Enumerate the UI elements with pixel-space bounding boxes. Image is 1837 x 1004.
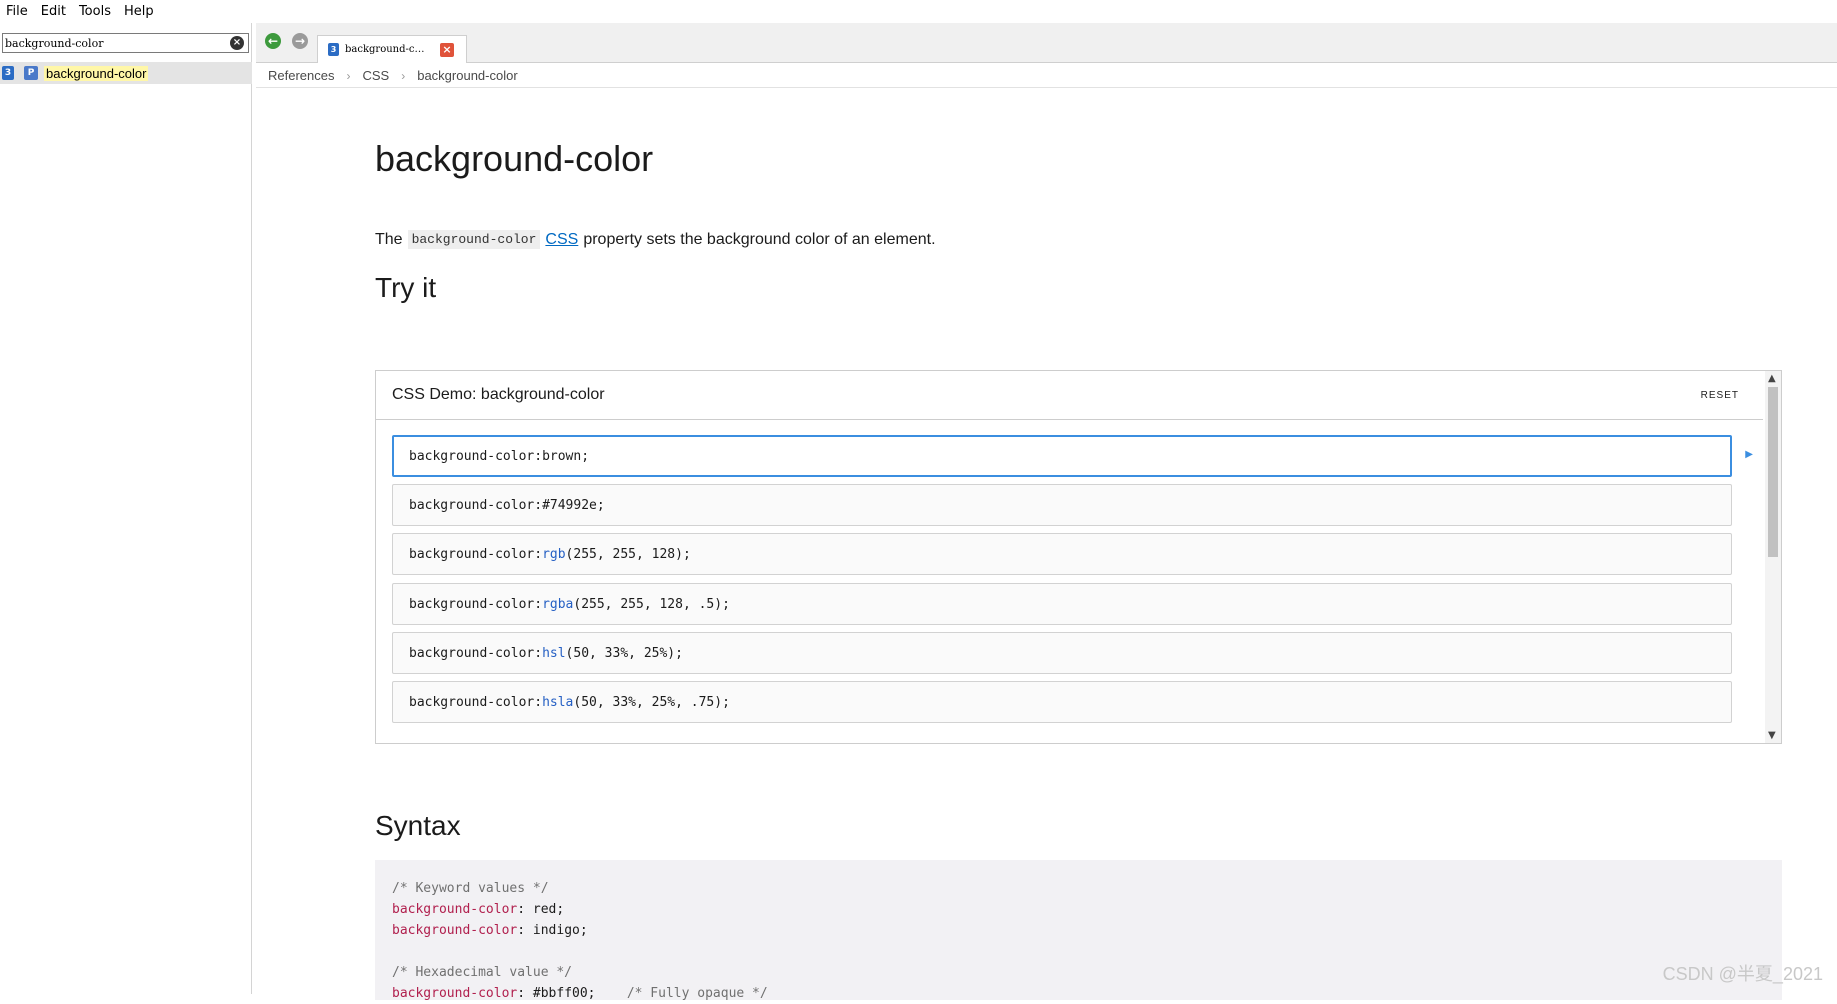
demo-option[interactable]: background-color: rgb (255, 255, 128);	[392, 533, 1732, 575]
option-fn: hsl	[542, 645, 566, 661]
breadcrumb: References › CSS › background-color	[256, 64, 1837, 88]
intro-text-rest: property sets the background color of an…	[583, 230, 936, 248]
code-value: : indigo;	[517, 923, 588, 938]
css-doc-icon: 3	[328, 43, 339, 56]
code-line: background-color: red;	[392, 899, 1765, 920]
clear-search-icon[interactable]: ×	[230, 36, 244, 50]
option-args: (50, 33%, 25%);	[565, 645, 683, 661]
chevron-right-icon: ›	[346, 68, 351, 83]
css-doc-icon: 3	[2, 66, 14, 80]
option-args: brown;	[542, 448, 590, 464]
option-fn: rgba	[542, 596, 574, 612]
option-fn: hsla	[542, 694, 574, 710]
code-property: background-color	[392, 923, 518, 938]
intro-code: background-color	[407, 230, 541, 249]
reset-button[interactable]: RESET	[1701, 390, 1739, 401]
breadcrumb-current: background-color	[417, 68, 518, 83]
option-args: #74992e;	[542, 497, 605, 513]
code-value: : red;	[517, 902, 565, 917]
option-prop: background-color:	[409, 546, 543, 562]
demo-title: CSS Demo: background-color	[392, 386, 605, 403]
tab-background-color[interactable]: 3 background-c… ×	[317, 35, 467, 63]
syntax-code-block: /* Keyword values */ background-color: r…	[375, 860, 1782, 1001]
forward-arrow-icon[interactable]: →	[292, 33, 308, 49]
option-prop: background-color:	[409, 596, 543, 612]
menu-tools[interactable]: Tools	[79, 4, 120, 19]
code-line: background-color: indigo;	[392, 920, 1765, 941]
syntax-heading: Syntax	[375, 810, 461, 841]
option-args: (255, 255, 128, .5);	[573, 596, 730, 612]
breadcrumb-css[interactable]: CSS	[362, 68, 389, 83]
tab-label: background-c…	[345, 44, 425, 55]
demo-option[interactable]: background-color: hsla (50, 33%, 25%, .75…	[392, 681, 1732, 723]
option-prop: background-color:	[409, 694, 543, 710]
menu-file[interactable]: File	[6, 4, 37, 19]
chevron-right-icon: ›	[401, 68, 406, 83]
option-prop: background-color:	[409, 645, 543, 661]
demo-option[interactable]: background-color: #74992e;	[392, 484, 1732, 526]
option-fn: rgb	[542, 546, 566, 562]
menu-edit[interactable]: Edit	[41, 4, 75, 19]
code-comment: /* Keyword values */	[392, 881, 549, 896]
css-demo-box: CSS Demo: background-color RESET backgro…	[375, 370, 1782, 744]
breadcrumb-references[interactable]: References	[268, 68, 334, 83]
search-result-label: background-color	[44, 65, 149, 81]
menu-help[interactable]: Help	[124, 4, 163, 19]
scroll-up-icon[interactable]: ▲	[1768, 373, 1776, 384]
code-line: /* Hexadecimal value */	[392, 962, 1765, 983]
selected-arrow-icon: ▶	[1745, 449, 1753, 460]
option-args: (255, 255, 128);	[565, 546, 691, 562]
code-property: background-color	[392, 902, 518, 917]
option-prop: background-color:	[409, 448, 543, 464]
search-result-item[interactable]: 3 P background-color	[0, 62, 252, 84]
property-icon: P	[24, 66, 38, 80]
watermark: CSDN @半夏_2021	[1662, 964, 1823, 984]
intro-paragraph: The background-color CSS property sets t…	[375, 230, 936, 249]
search-box: ×	[2, 33, 249, 53]
option-args: (50, 33%, 25%, .75);	[573, 694, 730, 710]
demo-option[interactable]: background-color: brown;	[392, 435, 1732, 477]
scrollbar-thumb[interactable]	[1768, 387, 1778, 557]
index-sidebar: × 3 P background-color	[0, 23, 252, 994]
try-it-heading: Try it	[375, 272, 437, 303]
back-arrow-icon[interactable]: ←	[265, 33, 281, 49]
css-link[interactable]: CSS	[545, 231, 578, 249]
menu-bar: File Edit Tools Help	[0, 0, 1837, 23]
code-line: /* Keyword values */	[392, 878, 1765, 899]
nav-toolbar: ← → 3 background-c… ×	[256, 23, 1837, 63]
demo-option[interactable]: background-color: hsl (50, 33%, 25%);	[392, 632, 1732, 674]
doc-content: background-color The background-color CS…	[256, 88, 1837, 1001]
option-prop: background-color:	[409, 497, 543, 513]
demo-option[interactable]: background-color: rgba (255, 255, 128, .5…	[392, 583, 1732, 625]
close-tab-icon[interactable]: ×	[440, 43, 454, 57]
page-title: background-color	[375, 138, 654, 179]
demo-header: CSS Demo: background-color RESET	[376, 371, 1763, 420]
code-comment: /* Hexadecimal value */	[392, 965, 573, 980]
scroll-down-icon[interactable]: ▼	[1768, 730, 1776, 741]
demo-scrollbar[interactable]: ▲ ▼	[1765, 371, 1781, 743]
intro-text-the: The	[375, 230, 403, 248]
search-input[interactable]	[3, 34, 223, 52]
